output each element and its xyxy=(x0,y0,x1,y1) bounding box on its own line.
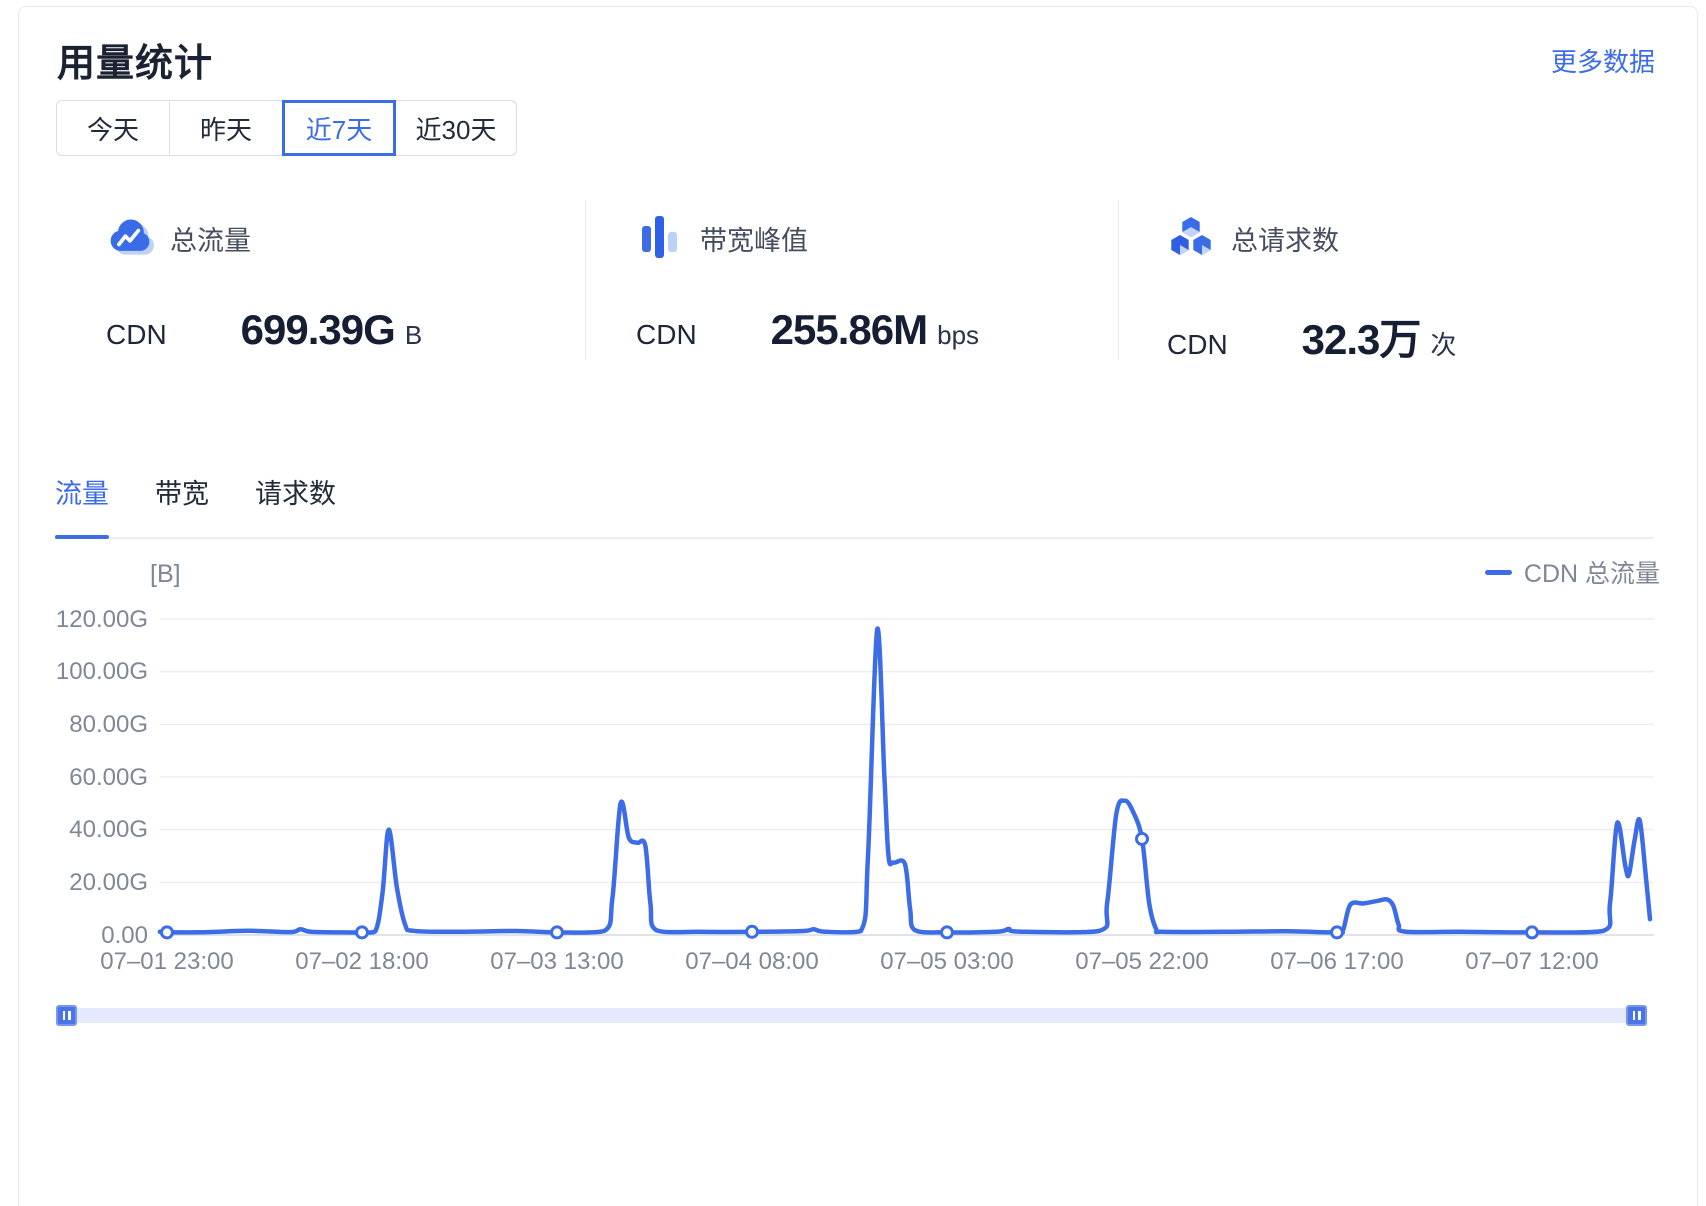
data-point-marker[interactable] xyxy=(1527,927,1538,938)
datazoom-left-handle[interactable] xyxy=(56,1005,77,1026)
datazoom-right-handle[interactable] xyxy=(1626,1005,1647,1026)
data-point-marker[interactable] xyxy=(357,927,368,938)
range-tab-last7days[interactable]: 近7天 xyxy=(282,100,396,156)
data-point-marker[interactable] xyxy=(162,927,173,938)
data-point-marker[interactable] xyxy=(747,926,758,937)
datazoom-track[interactable] xyxy=(56,1008,1647,1023)
data-point-marker[interactable] xyxy=(552,927,563,938)
traffic-line-chart[interactable] xyxy=(0,0,1706,1100)
series-line-cdn-traffic xyxy=(160,629,1650,933)
data-point-marker[interactable] xyxy=(1137,833,1148,844)
data-point-marker[interactable] xyxy=(942,927,953,938)
data-point-marker[interactable] xyxy=(1332,927,1343,938)
